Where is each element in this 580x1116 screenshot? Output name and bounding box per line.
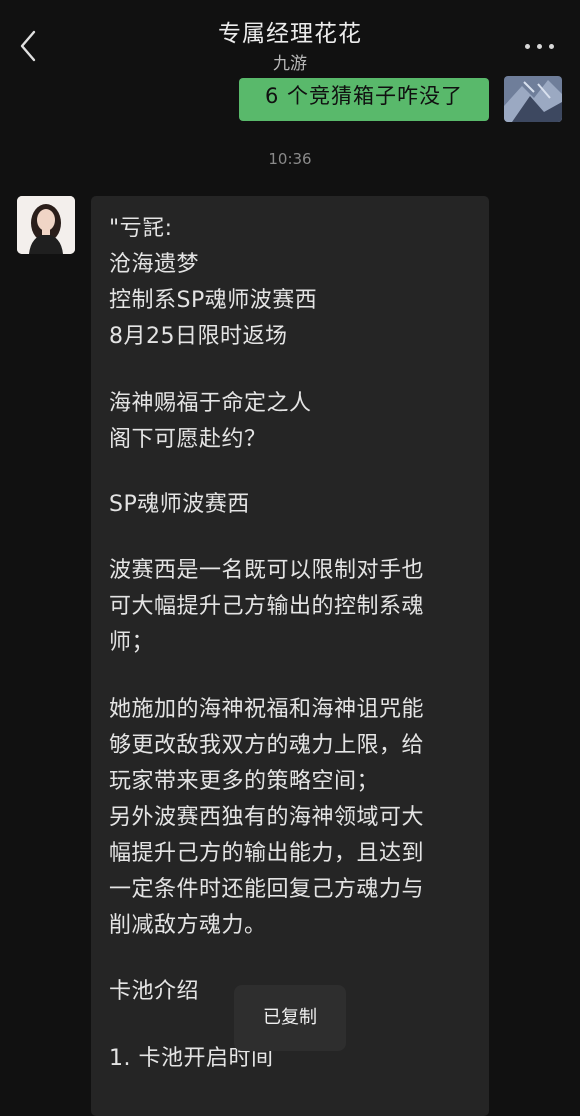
message-line: 阁下可愿赴约？ bbox=[109, 427, 267, 452]
message-line: 海神赐福于命定之人 bbox=[109, 391, 312, 416]
message-line: 波赛西是一名既可以限制对手也 bbox=[109, 558, 425, 583]
message-line: 削减敌方魂力。 bbox=[109, 913, 267, 938]
message-line: SP魂师波赛西 bbox=[109, 492, 250, 517]
manager-avatar[interactable] bbox=[17, 196, 75, 254]
message-line: 幅提升己方的输出能力，且达到 bbox=[109, 841, 425, 866]
more-options-icon[interactable] bbox=[522, 36, 558, 56]
message-line: 可大幅提升己方输出的控制系魂 bbox=[109, 594, 425, 619]
message-line: 她施加的海神祝福和海神诅咒能 bbox=[109, 697, 425, 722]
chat-header: 专属经理花花 九游 bbox=[0, 0, 580, 80]
message-line: 够更改敌我双方的魂力上限，给 bbox=[109, 733, 425, 758]
message-line: 另外波赛西独有的海神领域可大 bbox=[109, 805, 425, 830]
message-line: 沧海遗梦 bbox=[109, 252, 200, 277]
message-line: 玩家带来更多的策略空间； bbox=[109, 769, 380, 794]
message-line: 师； bbox=[109, 630, 155, 655]
message-timestamp: 10:36 bbox=[268, 150, 312, 168]
message-line: 8月25日限时返场 bbox=[109, 324, 288, 349]
chat-subtitle: 九游 bbox=[273, 54, 307, 74]
my-avatar[interactable] bbox=[504, 76, 562, 122]
message-line: 一定条件时还能回复己方魂力与 bbox=[109, 877, 425, 902]
chat-title: 专属经理花花 bbox=[218, 21, 362, 47]
outgoing-message-bubble[interactable]: 6 个竞猜箱子咋没了 bbox=[239, 78, 489, 121]
message-line: 控制系SP魂师波赛西 bbox=[109, 288, 318, 313]
copied-toast: 已复制 bbox=[234, 985, 346, 1051]
message-line: "亏㓃: bbox=[109, 216, 173, 241]
incoming-message-bubble[interactable]: "亏㓃: 沧海遗梦 控制系SP魂师波赛西 8月25日限时返场 海神赐福于命定之人… bbox=[91, 196, 489, 1116]
message-line: 卡池介绍 bbox=[109, 979, 200, 1004]
